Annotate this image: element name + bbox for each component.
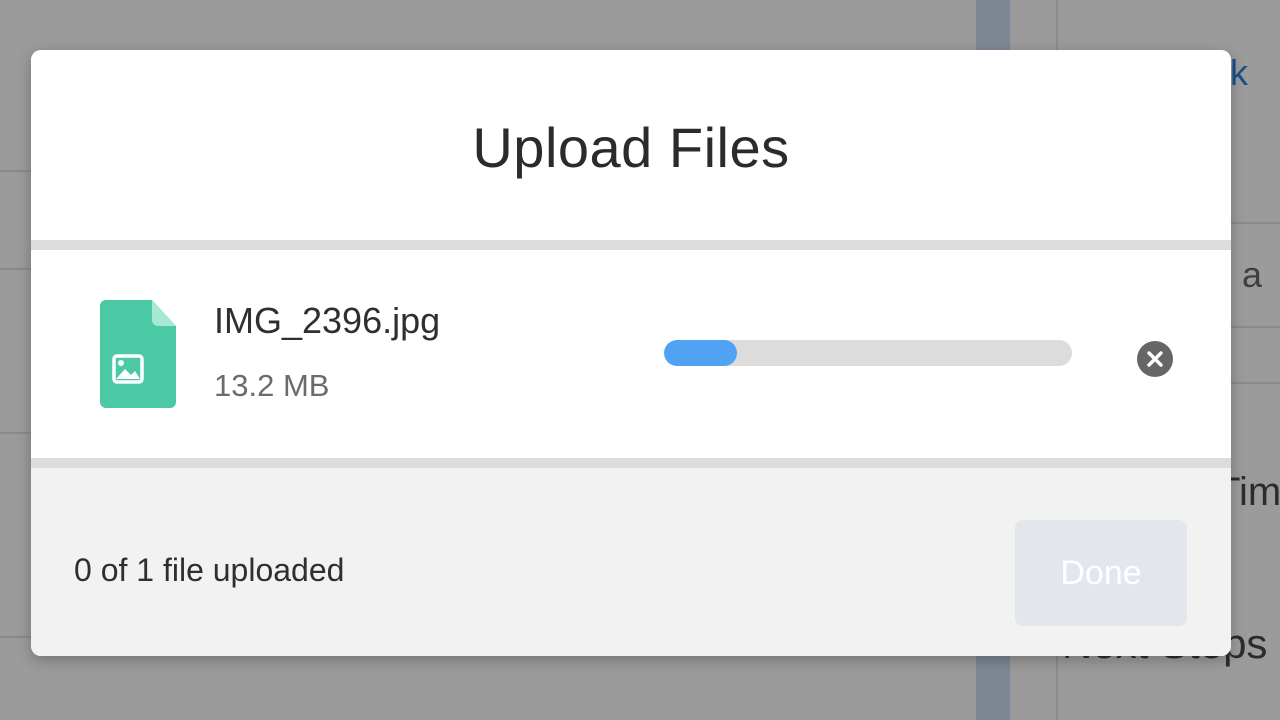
file-name: IMG_2396.jpg xyxy=(214,300,441,341)
upload-progress-fill xyxy=(664,340,738,366)
section-divider xyxy=(31,458,1231,468)
dialog-footer: 0 of 1 file uploaded Done xyxy=(31,468,1231,656)
upload-files-dialog: Upload Files IMG_2396.jpg 13.2 MB 0 of 1… xyxy=(31,50,1231,656)
remove-file-button[interactable] xyxy=(1137,341,1173,377)
dialog-title: Upload Files xyxy=(472,115,790,179)
dialog-header: Upload Files xyxy=(31,50,1231,240)
file-size: 13.2 MB xyxy=(214,368,330,403)
close-icon xyxy=(1147,351,1163,367)
file-list: IMG_2396.jpg 13.2 MB xyxy=(31,250,1231,458)
upload-progress-bar xyxy=(664,340,1072,366)
file-row: IMG_2396.jpg 13.2 MB xyxy=(31,250,1231,458)
done-button[interactable]: Done xyxy=(1015,520,1187,626)
upload-status-text: 0 of 1 file uploaded xyxy=(74,552,345,588)
image-file-icon xyxy=(100,300,176,408)
section-divider xyxy=(31,240,1231,250)
